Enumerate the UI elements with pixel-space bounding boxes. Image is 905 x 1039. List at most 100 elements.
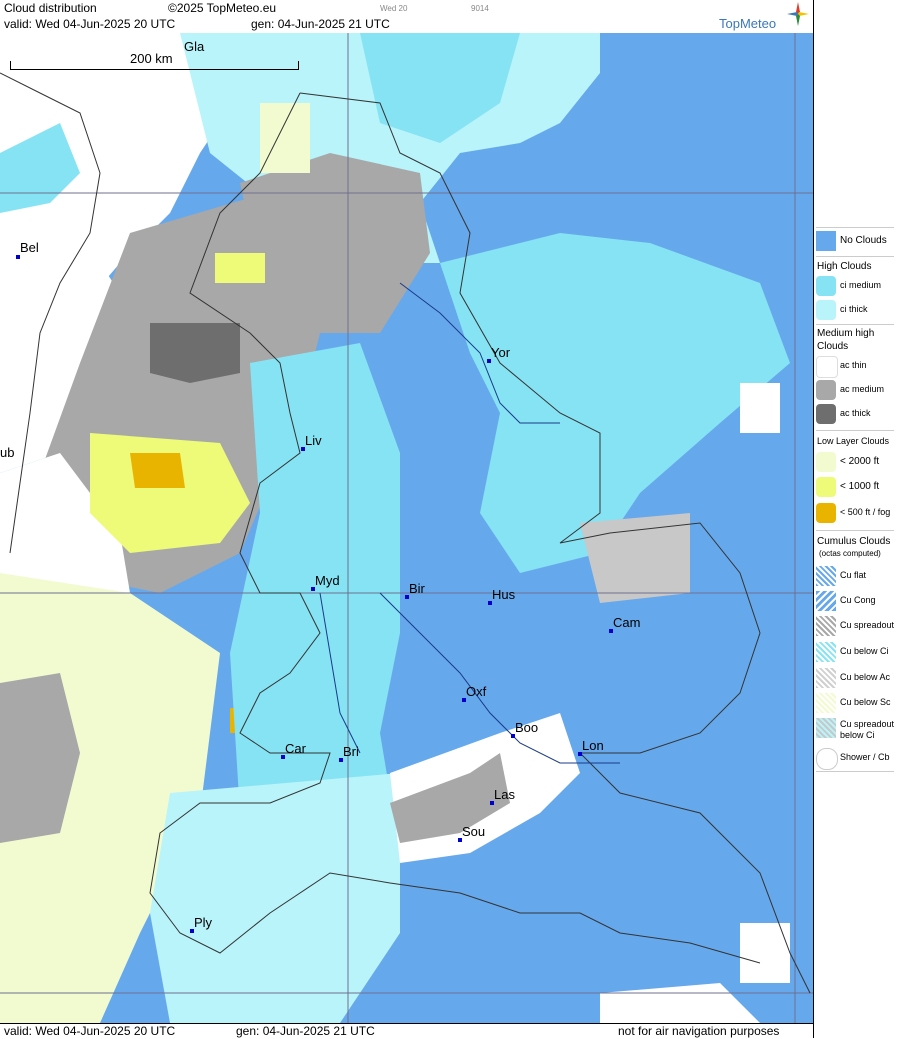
south-cyan-region xyxy=(150,773,400,1023)
legend-cu-spread: Cu spreadout xyxy=(816,616,894,638)
legend-label: ac medium xyxy=(840,384,885,394)
legend-cu-cong: Cu Cong xyxy=(816,591,894,613)
legend-divider xyxy=(816,324,894,325)
city-label-lon[interactable]: Lon xyxy=(582,738,604,753)
legend-title-cumulus: Cumulus Clouds xyxy=(817,536,891,547)
legend-label: Cu flat xyxy=(840,570,867,580)
logo-text: TopMeteo xyxy=(719,16,777,31)
legend-ci-medium: ci medium xyxy=(816,276,894,298)
city-label-ply[interactable]: Ply xyxy=(194,915,212,930)
compass-star-icon xyxy=(787,2,809,26)
legend-divider xyxy=(816,771,894,772)
city-label-myd[interactable]: Myd xyxy=(315,573,340,588)
cu-below-ci-swatch xyxy=(816,642,836,662)
legend-label: Cu below Ac xyxy=(840,672,891,682)
city-label-yor[interactable]: Yor xyxy=(491,345,510,360)
shower-cb-swatch xyxy=(816,748,838,770)
legend-cu-below-ci: Cu below Ci xyxy=(816,642,894,664)
legend-title-high: High Clouds xyxy=(817,261,872,272)
legend-label: below Ci xyxy=(840,730,875,740)
city-label-las[interactable]: Las xyxy=(494,787,515,802)
legend-label: Cu below Sc xyxy=(840,697,891,707)
topmeteo-logo: TopMeteo xyxy=(719,2,809,32)
city-label-cam[interactable]: Cam xyxy=(613,615,640,630)
ac-thin-swatch xyxy=(816,356,838,378)
map-canvas xyxy=(0,33,813,1023)
legend-label: Cu spreadout xyxy=(840,719,895,729)
legend-low-1000: < 1000 ft xyxy=(816,477,894,499)
cu-below-ac-swatch xyxy=(816,668,836,688)
cu-cong-swatch xyxy=(816,591,836,611)
se-white-patch-2 xyxy=(600,983,760,1023)
legend-shower: Shower / Cb xyxy=(816,748,894,770)
ac-thick-swatch xyxy=(816,404,836,424)
cu-flat-swatch xyxy=(816,566,836,586)
cloud-map[interactable]: 200 km Gla Bel ub Yor Liv Myd Bir Hus Ca… xyxy=(0,33,813,1023)
map-header: Cloud distribution ©2025 TopMeteo.eu Wed… xyxy=(0,0,813,34)
legend-label: Cu below Ci xyxy=(840,646,889,656)
legend-cu-flat: Cu flat xyxy=(816,566,894,588)
scale-label: 200 km xyxy=(130,51,173,66)
legend-label: ac thick xyxy=(840,408,871,418)
low-500-swatch xyxy=(816,503,836,523)
legend-cu-spread-ci: Cu spreadout below Ci xyxy=(816,718,894,744)
chart-title: Cloud distribution xyxy=(4,1,97,15)
legend-label: < 2000 ft xyxy=(840,456,880,467)
city-label-hus[interactable]: Hus xyxy=(492,587,515,602)
fog-patch-1 xyxy=(130,453,185,488)
low-2000-swatch xyxy=(816,452,836,472)
cu-below-sc-swatch xyxy=(816,693,836,713)
scotland-pale-patch xyxy=(260,103,310,173)
city-label-oxf[interactable]: Oxf xyxy=(466,684,486,699)
legend-ci-thick: ci thick xyxy=(816,300,894,322)
legend-low-2000: < 2000 ft xyxy=(816,452,894,474)
legend-divider xyxy=(816,227,894,228)
legend-ac-thin: ac thin xyxy=(816,356,894,378)
legend-cumulus-sub: (octas computed) xyxy=(819,549,881,558)
city-marker-bel[interactable] xyxy=(16,255,20,259)
low-1000-swatch xyxy=(816,477,836,497)
ci-thick-swatch xyxy=(816,300,836,320)
east-grey-cu xyxy=(580,513,690,603)
legend-divider xyxy=(816,530,894,531)
legend-panel: No Clouds High Clouds ci medium ci thick… xyxy=(813,0,905,1038)
cu-spread-ci-swatch xyxy=(816,718,836,738)
legend-label: No Clouds xyxy=(840,235,887,246)
legend-label: < 1000 ft xyxy=(840,481,880,492)
east-white-patch xyxy=(740,383,780,433)
city-label-sou[interactable]: Sou xyxy=(462,824,485,839)
legend-divider xyxy=(816,430,894,431)
city-label-boo[interactable]: Boo xyxy=(515,720,538,735)
city-label-bri[interactable]: Bri xyxy=(343,744,359,759)
city-label-gla[interactable]: Gla xyxy=(184,39,204,54)
copyright: ©2025 TopMeteo.eu xyxy=(168,1,277,15)
legend-ac-medium: ac medium xyxy=(816,380,894,402)
city-label-dub[interactable]: ub xyxy=(0,445,14,460)
legend-cu-below-ac: Cu below Ac xyxy=(816,668,894,690)
city-label-liv[interactable]: Liv xyxy=(305,433,322,448)
legend-divider xyxy=(816,256,894,257)
cu-spread-swatch xyxy=(816,616,836,636)
legend-label: ci thick xyxy=(840,304,868,314)
legend-label: < 500 ft / fog xyxy=(840,507,891,517)
city-label-car[interactable]: Car xyxy=(285,741,306,756)
ci-medium-swatch xyxy=(816,276,836,296)
legend-label: ci medium xyxy=(840,280,882,290)
thick-grey-core xyxy=(150,323,240,383)
legend-no-clouds: No Clouds xyxy=(816,231,894,253)
legend-label: Shower / Cb xyxy=(840,752,890,762)
legend-cu-below-sc: Cu below Sc xyxy=(816,693,894,715)
city-label-bir[interactable]: Bir xyxy=(409,581,425,596)
central-cyan-band xyxy=(230,343,400,833)
tiny-label-1: Wed 20 xyxy=(380,4,408,13)
generated-time: gen: 04-Jun-2025 21 UTC xyxy=(251,17,390,31)
valid-time: valid: Wed 04-Jun-2025 20 UTC xyxy=(4,17,176,31)
footer-valid-time: valid: Wed 04-Jun-2025 20 UTC xyxy=(4,1024,176,1038)
city-label-bel[interactable]: Bel xyxy=(20,240,39,255)
legend-title-medium-2: Clouds xyxy=(817,341,849,352)
legend-title-low: Low Layer Clouds xyxy=(817,436,890,446)
ac-medium-swatch xyxy=(816,380,836,400)
legend-label: ac thin xyxy=(840,360,867,370)
footer-generated-time: gen: 04-Jun-2025 21 UTC xyxy=(236,1024,375,1038)
map-footer: valid: Wed 04-Jun-2025 20 UTC gen: 04-Ju… xyxy=(0,1023,813,1039)
